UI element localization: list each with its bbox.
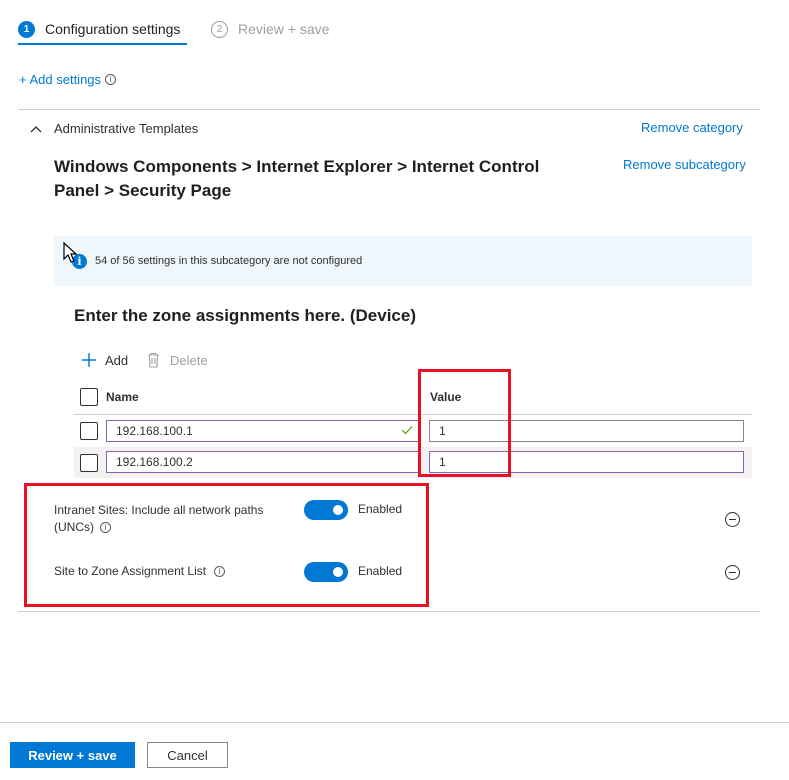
section-divider — [18, 611, 760, 612]
section-divider — [18, 109, 760, 110]
add-label: Add — [105, 352, 129, 368]
info-icon[interactable]: i — [100, 522, 111, 533]
delete-label: Delete — [170, 352, 208, 368]
cancel-button[interactable]: Cancel — [147, 742, 228, 768]
intranet-sites-toggle[interactable] — [304, 500, 348, 520]
subcategory-title-line: Windows Components > Internet Explorer >… — [54, 157, 540, 176]
add-button[interactable]: Add — [81, 352, 128, 368]
info-icon[interactable]: i — [105, 74, 117, 85]
step-number-badge: 2 — [211, 20, 228, 38]
row-checkbox[interactable] — [80, 454, 98, 472]
table-header-divider — [74, 414, 752, 415]
category-header[interactable]: Administrative Templates — [30, 121, 198, 136]
delete-button[interactable]: Delete — [147, 352, 208, 368]
subcategory-title-line: Panel > Security Page — [54, 181, 232, 200]
remove-subcategory-link[interactable]: Remove subcategory — [623, 157, 746, 172]
value-input[interactable]: 1 — [429, 451, 744, 473]
name-input[interactable]: 192.168.100.2 — [106, 451, 419, 473]
name-input-value: 192.168.100.1 — [116, 424, 193, 438]
step-number-badge: 1 — [18, 20, 35, 38]
toggle-state-label: Enabled — [358, 502, 403, 516]
setting-label-line-row: (UNCs) i — [54, 519, 294, 536]
row-checkbox[interactable] — [80, 422, 98, 440]
zone-assignments-heading: Enter the zone assignments here. (Device… — [74, 306, 416, 325]
remove-setting-icon[interactable] — [725, 565, 740, 580]
column-header-value[interactable]: Value — [430, 390, 461, 404]
remove-category-link[interactable]: Remove category — [641, 120, 743, 135]
banner-text: 54 of 56 settings in this subcategory ar… — [95, 255, 363, 267]
site-to-zone-toggle[interactable] — [304, 562, 348, 582]
active-step-underline — [18, 43, 187, 45]
value-input[interactable]: 1 — [429, 420, 744, 442]
step-configuration-settings[interactable]: 1 Configuration settings — [18, 18, 180, 40]
step-label: Configuration settings — [45, 21, 181, 37]
trash-icon — [148, 352, 159, 368]
add-settings-row: + Add settings i — [19, 72, 117, 87]
info-banner: i 54 of 56 settings in this subcategory … — [54, 236, 752, 286]
remove-setting-icon[interactable] — [725, 512, 740, 527]
info-icon[interactable]: i — [214, 565, 226, 577]
mouse-cursor-icon — [63, 242, 78, 263]
setting-label-line: Intranet Sites: Include all network path… — [54, 503, 264, 517]
subcategory-title: Windows Components > Internet Explorer >… — [54, 155, 614, 203]
plus-icon — [82, 353, 96, 367]
step-review-save[interactable]: 2 Review + save — [211, 18, 329, 40]
add-settings-link[interactable]: + Add settings — [19, 72, 101, 87]
toggle-state-label: Enabled — [358, 564, 403, 578]
column-header-name[interactable]: Name — [106, 390, 139, 404]
select-all-checkbox[interactable] — [80, 388, 98, 406]
footer-divider — [0, 722, 789, 723]
name-input-value: 192.168.100.2 — [116, 455, 193, 469]
step-label: Review + save — [238, 21, 330, 37]
name-input[interactable]: 192.168.100.1 — [106, 420, 419, 442]
setting-label-line: Site to Zone Assignment List — [54, 564, 207, 578]
setting-label-line: (UNCs) — [54, 520, 94, 534]
chevron-up-icon[interactable] — [30, 125, 42, 133]
setting-label-intranet-sites: Intranet Sites: Include all network path… — [54, 502, 294, 536]
review-save-button[interactable]: Review + save — [10, 742, 135, 768]
checkmark-icon — [401, 426, 413, 435]
category-name: Administrative Templates — [54, 121, 199, 136]
setting-label-site-to-zone: Site to Zone Assignment List i — [54, 564, 226, 578]
value-input-value: 1 — [439, 455, 446, 469]
value-input-value: 1 — [439, 424, 446, 438]
